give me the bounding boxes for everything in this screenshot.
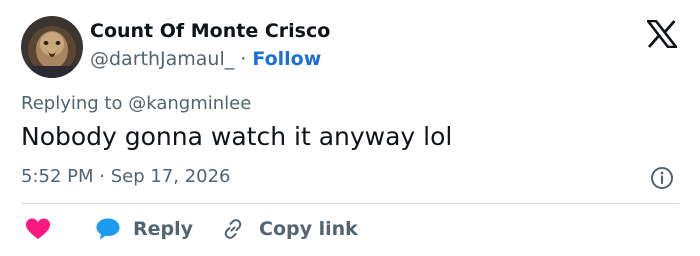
reply-context-prefix: Replying to: [21, 93, 123, 114]
speech-bubble-icon: [96, 218, 120, 240]
copy-link-label: Copy link: [259, 218, 358, 240]
tweet-text: Nobody gonna watch it anyway lol: [21, 122, 453, 151]
reply-button[interactable]: Reply: [95, 217, 193, 241]
follow-button[interactable]: Follow: [252, 48, 321, 70]
reply-mention-link[interactable]: @kangminlee: [128, 93, 251, 114]
author-display-name[interactable]: Count Of Monte Crisco: [90, 20, 330, 42]
lion-portrait-avatar-image: [21, 16, 83, 78]
reply-label: Reply: [133, 218, 194, 240]
x-logo-icon[interactable]: [647, 20, 677, 48]
author-handle-line: @darthJamaul_ · Follow: [90, 48, 321, 70]
copy-link-button[interactable]: Copy link: [221, 217, 358, 241]
info-icon[interactable]: [650, 166, 674, 190]
action-bar: Reply Copy link: [21, 214, 358, 244]
link-icon: [224, 219, 242, 239]
tweet-card: Count Of Monte Crisco @darthJamaul_ · Fo…: [0, 0, 700, 256]
heart-icon[interactable]: [25, 217, 51, 241]
handle-separator: ·: [240, 48, 247, 70]
reply-context: Replying to @kangminlee: [21, 93, 251, 114]
avatar[interactable]: [21, 16, 83, 78]
tweet-timestamp[interactable]: 5:52 PM · Sep 17, 2026: [21, 166, 231, 187]
divider: [21, 203, 679, 204]
author-handle[interactable]: @darthJamaul_: [90, 48, 234, 70]
